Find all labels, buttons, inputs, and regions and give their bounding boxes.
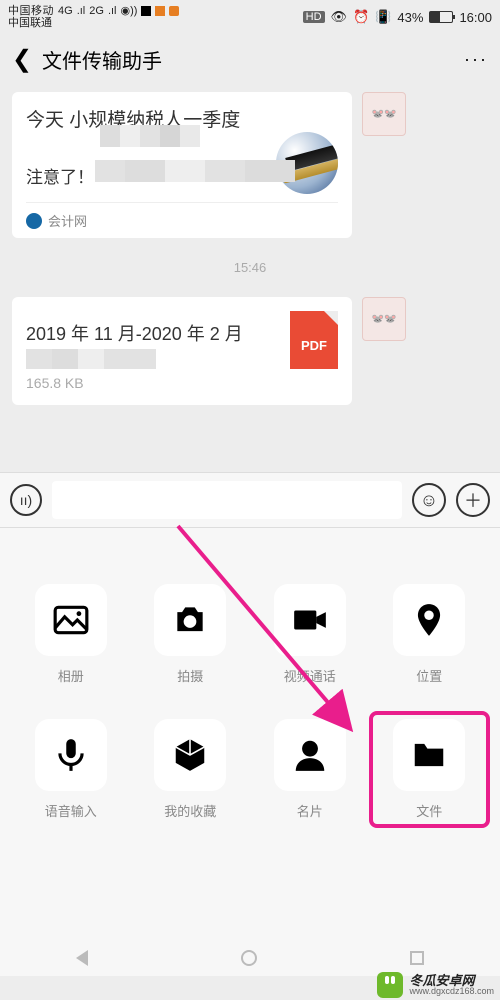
- status-right: HD 👁 ⏰ 📳 43% 16:00: [303, 9, 492, 25]
- nav-recent[interactable]: [410, 951, 424, 965]
- carrier2: 中国联通: [8, 17, 179, 29]
- nav-home[interactable]: [241, 950, 257, 966]
- panel-contact[interactable]: 名片: [257, 719, 363, 820]
- eye-icon: 👁: [331, 9, 348, 25]
- battery-pct: 43%: [397, 10, 423, 25]
- carrier1: 中国移动: [8, 5, 54, 17]
- alarm-icon: ⏰: [353, 9, 369, 25]
- voice-toggle[interactable]: ıı): [10, 484, 42, 516]
- status-carriers: 中国移动 4G .ıl 2G .ıl ◉)) 中国联通: [8, 5, 179, 29]
- back-button[interactable]: ❮: [12, 45, 36, 74]
- panel-favorites[interactable]: 我的收藏: [138, 719, 244, 820]
- article-source-row: 会计网: [26, 202, 338, 230]
- file-subtitle: [26, 348, 243, 369]
- hd-badge: HD: [303, 11, 325, 23]
- sender-avatar[interactable]: [362, 297, 406, 341]
- page-title: 文件传输助手: [42, 45, 464, 74]
- nav-back[interactable]: [76, 950, 88, 966]
- system-nav: [0, 940, 500, 976]
- message-input[interactable]: [52, 481, 402, 519]
- header-bar: ❮ 文件传输助手 ···: [0, 34, 500, 84]
- status-bar: 中国移动 4G .ıl 2G .ıl ◉)) 中国联通 HD 👁 ⏰ 📳 43%…: [0, 0, 500, 34]
- redaction: [95, 160, 295, 182]
- file-title: 2019 年 11 月-2020 年 2 月: [26, 321, 243, 348]
- cube-icon: [171, 736, 209, 774]
- video-icon: [291, 601, 329, 639]
- net1: 4G: [58, 5, 73, 17]
- chat-area: 今天 小规模纳税人一季度 注意了！ 会计网 15:46 2019 年 11 月-…: [0, 84, 500, 413]
- panel-videocall[interactable]: 视频通话: [257, 584, 363, 685]
- battery-icon: [429, 11, 453, 23]
- panel-voiceinput[interactable]: 语音输入: [18, 719, 124, 820]
- more-button[interactable]: ···: [464, 49, 488, 70]
- attachment-panel: 相册 拍摄 视频通话 位置 语音输入 我的收藏 名片 文件: [0, 528, 500, 940]
- location-icon: [410, 601, 448, 639]
- plus-button[interactable]: ＋: [456, 483, 490, 517]
- file-size: 165.8 KB: [26, 375, 338, 391]
- emoji-button[interactable]: ☺: [412, 483, 446, 517]
- folder-icon: [410, 736, 448, 774]
- person-icon: [291, 736, 329, 774]
- source-label: 会计网: [48, 211, 87, 230]
- sender-avatar[interactable]: [362, 92, 406, 136]
- image-icon: [52, 601, 90, 639]
- panel-location[interactable]: 位置: [377, 584, 483, 685]
- panel-file[interactable]: 文件: [369, 711, 491, 828]
- pdf-icon: PDF: [290, 311, 338, 369]
- time-divider: 15:46: [12, 260, 488, 275]
- mic-icon: [52, 736, 90, 774]
- watermark-icon: [377, 972, 403, 998]
- panel-camera[interactable]: 拍摄: [138, 584, 244, 685]
- clock: 16:00: [459, 10, 492, 25]
- redaction: [26, 349, 156, 369]
- vibrate-icon: 📳: [375, 9, 391, 25]
- message-file[interactable]: 2019 年 11 月-2020 年 2 月 PDF 165.8 KB: [12, 297, 488, 405]
- redaction: [100, 125, 200, 147]
- watermark: 冬瓜安卓网 www.dgxcdz168.com: [377, 972, 494, 998]
- camera-icon: [171, 601, 209, 639]
- panel-album[interactable]: 相册: [18, 584, 124, 685]
- input-bar: ıı) ☺ ＋: [0, 472, 500, 528]
- net2: 2G: [89, 5, 104, 17]
- source-icon: [26, 213, 42, 229]
